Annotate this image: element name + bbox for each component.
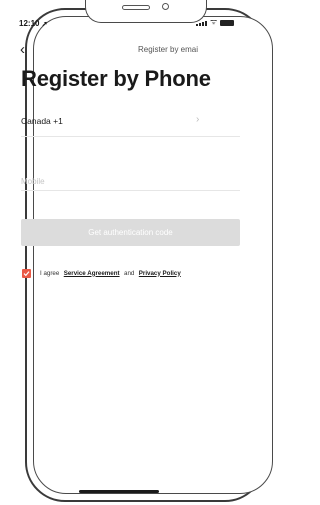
service-agreement-link[interactable]: Service Agreement — [64, 270, 120, 277]
speaker-grille — [122, 5, 150, 10]
status-time-text: 12:10 — [19, 19, 40, 28]
mobile-input[interactable] — [21, 173, 221, 189]
chevron-right-icon: › — [196, 114, 200, 125]
phone-notch — [85, 0, 207, 23]
battery-icon — [220, 20, 235, 26]
agree-checkbox[interactable] — [22, 268, 31, 278]
register-by-email-link[interactable]: Register by emai — [138, 45, 198, 54]
page-title: Register by Phone — [21, 66, 211, 91]
country-label: Canada +1 — [21, 116, 63, 126]
agree-prefix: I agree — [40, 269, 60, 277]
location-arrow-icon: ➚ — [41, 21, 48, 28]
get-authentication-code-button[interactable]: Get authentication code — [21, 219, 240, 246]
agree-conjunction: and — [124, 269, 135, 277]
country-selector[interactable]: Canada +1 › — [21, 114, 240, 130]
chevron-left-icon: ‹ — [20, 41, 25, 58]
agreement-row: I agree Service Agreement and Privacy Po… — [22, 264, 181, 282]
wifi-icon: ᯤ — [210, 17, 218, 26]
back-button[interactable]: ‹ — [20, 42, 25, 57]
signal-icon — [196, 21, 207, 26]
mobile-divider — [21, 190, 240, 191]
privacy-policy-link[interactable]: Privacy Policy — [139, 270, 181, 277]
camera-icon — [162, 3, 169, 10]
status-icons: ᯤ — [196, 17, 235, 26]
country-divider — [21, 136, 240, 137]
checkmark-icon — [23, 270, 30, 276]
home-indicator[interactable] — [79, 490, 159, 493]
status-time: 12:10 ➚ — [19, 19, 48, 28]
